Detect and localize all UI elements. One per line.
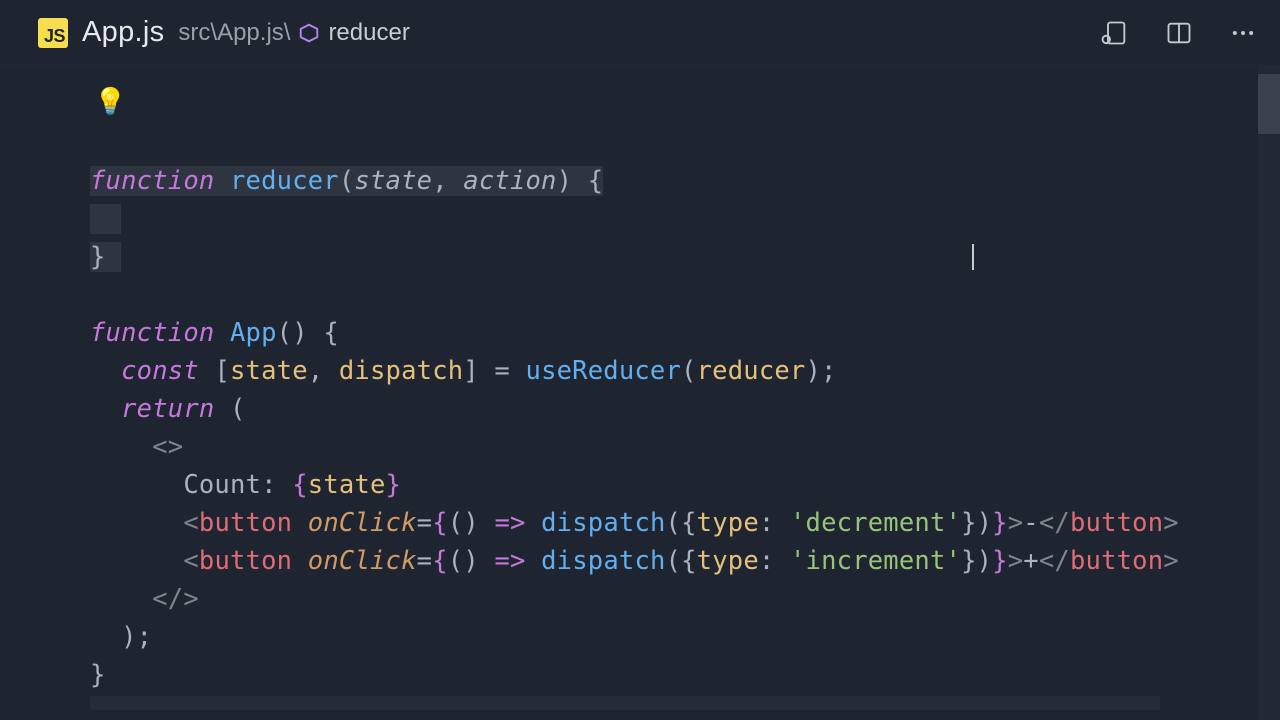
text-cursor — [972, 244, 974, 270]
run-settings-button[interactable] — [1098, 16, 1132, 50]
code-content[interactable]: function reducer(state, action) { } func… — [0, 86, 1280, 694]
tab-filename[interactable]: App.js — [82, 16, 164, 49]
more-actions-button[interactable] — [1226, 16, 1260, 50]
code-line[interactable]: return ( — [90, 394, 246, 424]
code-line[interactable]: function App() { — [90, 318, 339, 348]
code-line[interactable]: function reducer(state, action) { } — [90, 166, 603, 272]
editor-actions — [1098, 16, 1268, 50]
breadcrumb-symbol[interactable]: reducer — [328, 19, 409, 47]
minimap-scrollbar[interactable] — [1258, 66, 1280, 720]
code-line[interactable]: const [state, dispatch] = useReducer(red… — [90, 356, 837, 386]
lightbulb-icon[interactable]: 💡 — [94, 86, 126, 117]
code-line[interactable]: <button onClick={() => dispatch({type: '… — [90, 546, 1179, 576]
symbol-method-icon — [298, 22, 320, 44]
code-line[interactable]: } — [90, 660, 106, 690]
code-line[interactable]: </> — [90, 584, 199, 614]
breadcrumb-path[interactable]: src\App.js\ — [178, 19, 290, 47]
code-editor[interactable]: 💡 function reducer(state, action) { } fu… — [0, 66, 1280, 720]
code-line[interactable]: <button onClick={() => dispatch({type: '… — [90, 508, 1179, 538]
editor-tab-bar: JS App.js src\App.js\ reducer — [0, 0, 1280, 66]
code-line[interactable]: <> — [90, 432, 183, 462]
split-editor-button[interactable] — [1162, 16, 1196, 50]
horizontal-scrollbar[interactable] — [90, 696, 1160, 710]
js-file-icon: JS — [38, 18, 68, 48]
code-line[interactable]: Count: {state} — [90, 470, 401, 500]
code-line[interactable]: ); — [90, 622, 152, 652]
breadcrumb[interactable]: src\App.js\ reducer — [178, 19, 409, 47]
